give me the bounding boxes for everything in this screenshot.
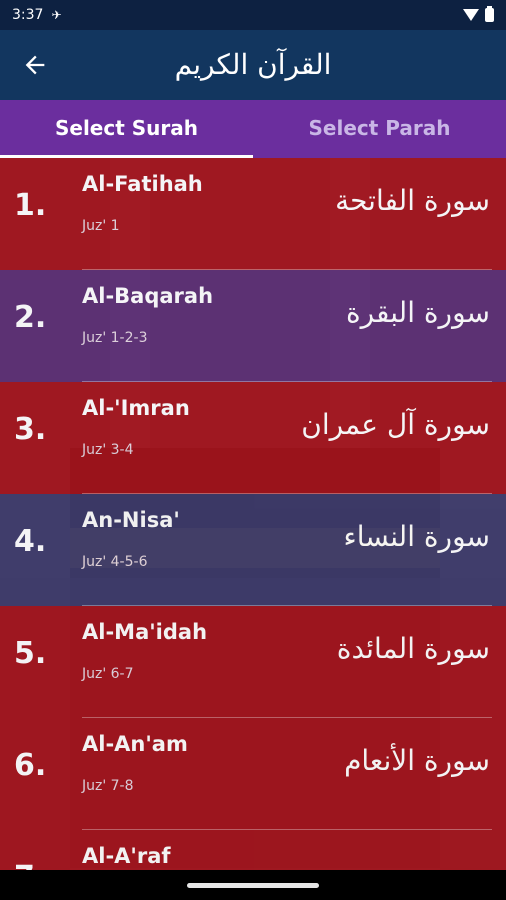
surah-number: 7. [14, 860, 46, 870]
wifi-icon [463, 9, 479, 21]
surah-name: Al-Baqarah [82, 284, 214, 308]
surah-juz: Juz' 3-4 [82, 442, 134, 458]
home-handle[interactable] [187, 882, 319, 888]
surah-row[interactable]: 3. Al-'Imran Juz' 3-4 سورة آل عمران [0, 382, 506, 494]
surah-row[interactable]: 1. Al-Fatihah Juz' 1 سورة الفاتحة [0, 158, 506, 270]
surah-juz: Juz' 1-2-3 [82, 330, 148, 346]
surah-row[interactable]: 5. Al-Ma'idah Juz' 6-7 سورة المائدة [0, 606, 506, 718]
tab-select-surah[interactable]: Select Surah [0, 100, 253, 158]
surah-number: 4. [14, 524, 47, 559]
surah-name: Al-'Imran [82, 396, 190, 420]
surah-name: An-Nisa' [82, 508, 180, 532]
battery-icon [485, 6, 494, 22]
surah-juz: Juz' 4-5-6 [82, 554, 148, 570]
surah-arabic-name: سورة الفاتحة [335, 184, 490, 217]
surah-juz: Juz' 1 [82, 218, 120, 234]
surah-number: 6. [14, 748, 47, 783]
surah-arabic-name: سورة الأنعام [344, 744, 490, 777]
surah-arabic-name: سورة آل عمران [301, 408, 490, 441]
status-bar: 3:37 ✈ [0, 0, 506, 30]
surah-name: Al-Fatihah [82, 172, 203, 196]
surah-arabic-name: سورة المائدة [336, 632, 490, 665]
page-title: القرآن الكريم [174, 48, 332, 81]
surah-number: 3. [14, 412, 47, 447]
surah-arabic-name: سورة البقرة [345, 296, 490, 329]
app-bar: القرآن الكريم [0, 30, 506, 100]
surah-number: 1. [14, 188, 47, 223]
surah-list[interactable]: 1. Al-Fatihah Juz' 1 سورة الفاتحة 2. Al-Baqar… [0, 158, 506, 870]
surah-arabic-name: سورة النساء [343, 520, 490, 553]
surah-row[interactable]: 4. An-Nisa' Juz' 4-5-6 سورة النساء [0, 494, 506, 606]
tab-select-parah[interactable]: Select Parah [253, 100, 506, 158]
tab-bar: Select Surah Select Parah [0, 100, 506, 158]
status-time: 3:37 [12, 7, 44, 23]
surah-name: Al-A'raf [82, 844, 171, 868]
gesture-navigation-bar [0, 870, 506, 900]
surah-juz: Juz' 7-8 [82, 778, 134, 794]
surah-number: 2. [14, 300, 47, 335]
surah-row[interactable]: 6. Al-An'am Juz' 7-8 سورة الأنعام [0, 718, 506, 830]
surah-number: 5. [14, 636, 47, 671]
surah-name: Al-Ma'idah [82, 620, 208, 644]
notification-icon: ✈ [51, 8, 62, 22]
surah-row[interactable]: 2. Al-Baqarah Juz' 1-2-3 سورة البقرة [0, 270, 506, 382]
surah-juz: Juz' 6-7 [82, 666, 134, 682]
surah-row[interactable]: 7. Al-A'raf [0, 830, 506, 870]
surah-name: Al-An'am [82, 732, 188, 756]
